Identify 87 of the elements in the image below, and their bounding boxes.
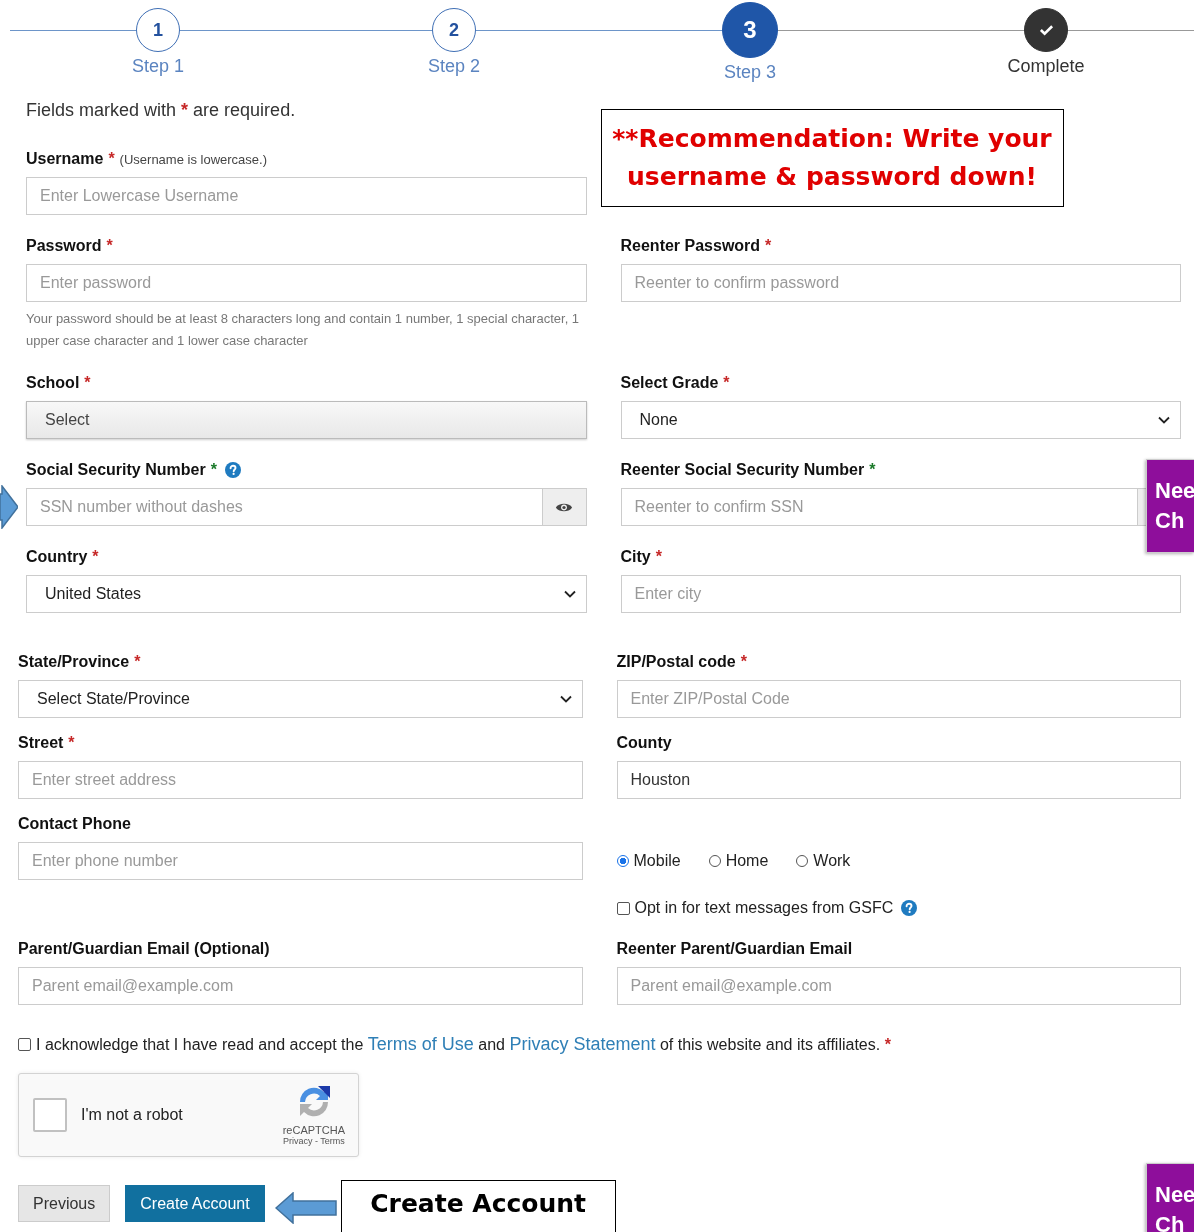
required-label: * [655,548,662,566]
pointer-arrow [0,485,18,529]
required-label: * [108,150,115,168]
required-label: * [134,653,141,671]
show-password-button[interactable] [542,488,587,526]
radio-button[interactable] [708,855,721,867]
text-field[interactable]: Enter phone number [18,842,583,880]
text-field[interactable]: Enter password [26,264,587,302]
field-label: Reenter Social Security Number [620,461,865,479]
radio-button[interactable] [616,855,629,867]
annotation-box: Create Account [340,1180,616,1232]
field-label: State/Province [18,653,130,671]
side-tab[interactable]: Nee Ch [1146,1163,1194,1232]
text-field[interactable]: Houston [616,761,1181,799]
dropdown[interactable]: United States [26,575,587,613]
password-hint: Your password should be at least 8 characters long and contain 1 number, 1 special character, 1 upper case character and 1 lower case character [26,310,581,350]
checkbox-label: Opt in for text messages from GSFC [634,899,894,917]
field-label: Contact Phone [18,815,131,833]
field-label: ZIP/Postal code [616,653,736,671]
field-label: Reenter Password [620,237,761,255]
required-label: * [68,734,75,752]
required-label: * [723,374,730,392]
help-icon[interactable] [224,462,241,478]
privacy-link[interactable]: Privacy [282,1136,313,1146]
field-label: County [616,734,672,752]
required-label: * [84,374,91,392]
step-label: Complete [1007,56,1085,77]
radio-label: Work [813,852,851,870]
chevron-down-icon [559,695,572,703]
field-note: (Username is lowercase.) [119,151,267,167]
text-field[interactable]: Parent email@example.com [18,967,583,1005]
field-label: Select Grade [620,374,719,392]
text-field[interactable]: Reenter to confirm password [620,264,1181,302]
previous-button[interactable]: Previous [18,1185,111,1222]
step-label: Step 1 [131,56,184,77]
separator: - [314,1136,318,1146]
radio-label: Mobile [633,852,681,870]
checkbox[interactable] [616,901,630,915]
text-field[interactable]: Enter Lowercase Username [26,177,587,215]
captcha-checkbox[interactable] [33,1098,67,1132]
chevron-down-icon [1158,416,1170,424]
field-label: School [26,374,80,392]
required-label: * [765,237,772,255]
step-circle: 3 [722,2,778,58]
side-tab[interactable]: Nee Ch [1146,459,1194,553]
step-circle: 2 [432,8,476,52]
field-label: Country [26,548,88,566]
required-label: * [740,653,747,671]
required-label: * [92,548,99,566]
text-field[interactable]: Enter street address [18,761,583,799]
check-icon [1038,24,1054,36]
step-circle: 1 [136,8,180,52]
required-note: Fields marked with * are required. [26,100,297,121]
field-label: Street [18,734,64,752]
field-label: Username [26,150,104,168]
terms-link[interactable]: Terms [320,1136,345,1146]
text-field[interactable]: SSN number without dashes [26,488,543,526]
dropdown[interactable]: None [620,401,1181,439]
dropdown[interactable]: Select [26,401,587,439]
create-account-button[interactable]: Create Account [125,1185,265,1222]
text-field[interactable]: Reenter to confirm SSN [620,488,1138,526]
radio-button[interactable] [796,855,809,867]
step-label: Step 3 [723,62,776,83]
required-label: * [106,237,113,255]
radio-label: Home [725,852,769,870]
field-label: Password [26,237,102,255]
required-label: * [869,461,876,479]
privacy-link[interactable]: Privacy Statement [509,1034,656,1054]
field-label: Parent/Guardian Email (Optional) [18,940,270,958]
chevron-down-icon [563,590,576,598]
step-label: Step 2 [427,56,480,77]
field-label: City [620,548,651,566]
help-icon[interactable] [901,900,918,916]
captcha-brand: reCAPTCHA [282,1124,345,1136]
recommendation-callout: **Recommendation: Write your username & password down! [600,109,1064,207]
text-field[interactable]: Enter city [620,575,1181,613]
field-label: Reenter Parent/Guardian Email [616,940,853,958]
pointer-arrow [274,1192,337,1224]
text-field[interactable]: Parent email@example.com [616,967,1181,1005]
terms-text: I acknowledge that I have read and accept the Terms of Use and Privacy Statement of this website and its affiliates. * [36,1034,891,1055]
captcha-label: I'm not a robot [81,1106,183,1124]
dropdown[interactable]: Select State/Province [18,680,583,718]
text-field[interactable]: Enter ZIP/Postal Code [616,680,1181,718]
required-label: * [210,461,217,479]
field-label: Social Security Number [26,461,206,479]
checkbox[interactable] [18,1038,31,1051]
terms-link[interactable]: Terms of Use [367,1034,474,1054]
